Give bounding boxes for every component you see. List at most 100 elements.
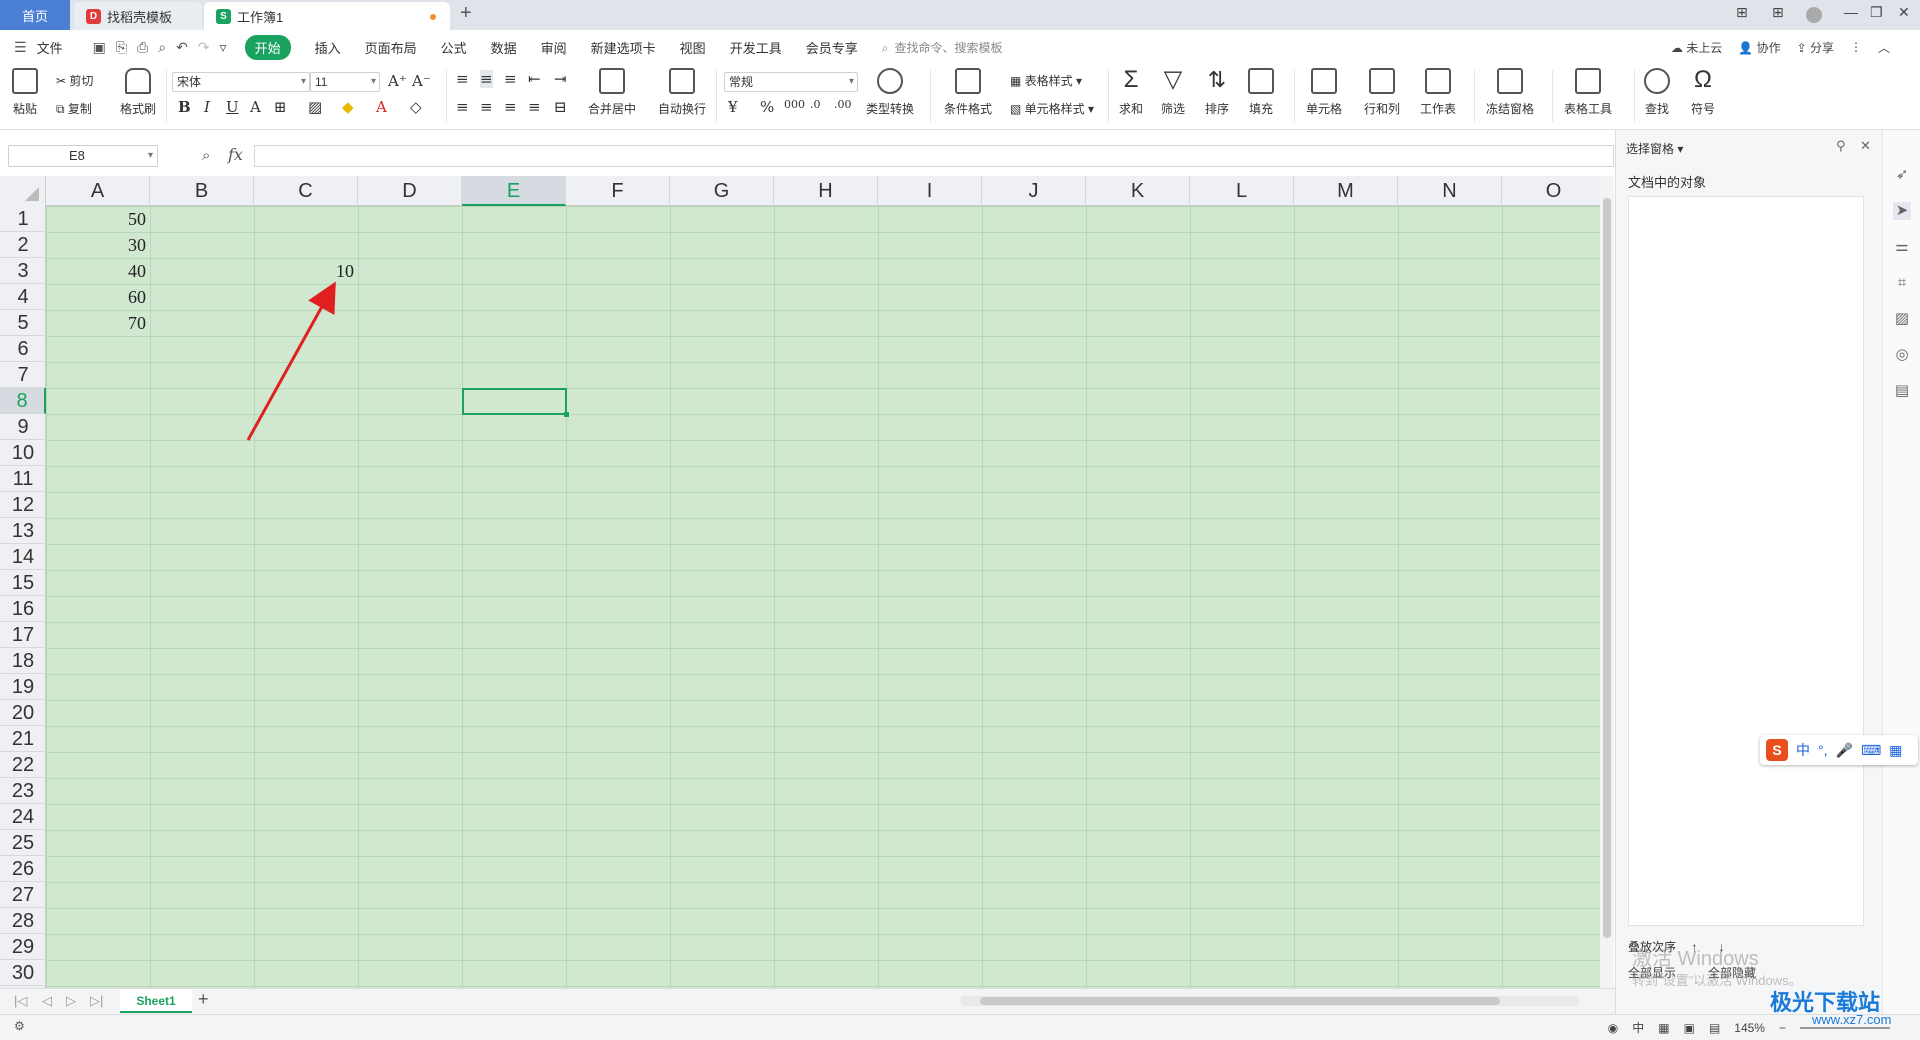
row-header-26[interactable]: 26 [0,856,46,882]
row-header-30[interactable]: 30 [0,960,46,986]
row-header-8[interactable]: 8 [0,388,46,414]
object-list[interactable] [1628,196,1864,926]
row-header-15[interactable]: 15 [0,570,46,596]
currency-icon[interactable]: ¥ [728,98,738,116]
book-icon[interactable]: ▤ [1893,382,1911,400]
bold-icon[interactable]: B [178,98,191,116]
shapes-icon[interactable]: ⌗ [1893,274,1911,292]
menu-page-layout[interactable]: 页面布局 [365,38,417,57]
row-header-16[interactable]: 16 [0,596,46,622]
italic-icon[interactable]: I [204,98,210,116]
menu-review[interactable]: 审阅 [541,38,567,57]
underline-icon[interactable]: U [226,98,239,116]
menu-member[interactable]: 会员专享 [806,38,858,57]
thousands-icon[interactable]: 000 [784,98,805,111]
percent-icon[interactable]: % [760,98,774,116]
strikethrough-icon[interactable]: A [250,98,261,116]
cell-c3[interactable]: 10 [254,258,358,284]
hamburger-icon[interactable]: ☰ [14,39,27,56]
cursor-select-icon[interactable]: ➤ [1893,202,1911,220]
collab-button[interactable]: 👤 协作 [1738,39,1780,56]
row-header-19[interactable]: 19 [0,674,46,700]
filter-button[interactable]: ▽ 筛选 [1160,68,1186,117]
page-break-view-icon[interactable]: ▤ [1709,1021,1720,1035]
menu-start[interactable]: 开始 [244,34,291,60]
column-header-m[interactable]: M [1294,176,1398,206]
tab-workbook[interactable]: S 工作簿1 [204,2,450,30]
avatar[interactable] [1806,7,1822,23]
row-header-25[interactable]: 25 [0,830,46,856]
copy-button[interactable]: ⧉ 复制 [56,100,92,117]
ime-menu-icon[interactable]: ▦ [1889,742,1902,759]
horizontal-scrollbar[interactable] [960,996,1580,1006]
close-pane-icon[interactable]: ✕ [1860,138,1871,154]
justify-icon[interactable]: ≡ [528,98,541,116]
formula-input[interactable] [254,145,1614,167]
rocket-icon[interactable]: ➶ [1893,166,1911,184]
row-header-11[interactable]: 11 [0,466,46,492]
vertical-scroll-thumb[interactable] [1603,198,1611,938]
table-tools-button[interactable]: 表格工具 [1564,68,1612,117]
cell-a1[interactable]: 50 [46,206,150,232]
row-header-10[interactable]: 10 [0,440,46,466]
column-header-h[interactable]: H [774,176,878,206]
row-col-button[interactable]: 行和列 [1364,68,1400,117]
zoom-out-icon[interactable]: − [1779,1021,1786,1035]
column-header-k[interactable]: K [1086,176,1190,206]
cell-a2[interactable]: 30 [46,232,150,258]
save-icon[interactable]: ▣ [93,39,106,56]
row-header-12[interactable]: 12 [0,492,46,518]
merge-center-button[interactable]: 合并居中 [588,68,636,117]
table-style-button[interactable]: ▦ 表格样式 ▾ [1010,72,1082,89]
last-sheet-icon[interactable]: ▷| [90,993,103,1009]
row-header-21[interactable]: 21 [0,726,46,752]
column-header-c[interactable]: C [254,176,358,206]
row-header-14[interactable]: 14 [0,544,46,570]
compass-icon[interactable]: ◎ [1893,346,1911,364]
decrease-decimal-icon[interactable]: .00 [834,98,852,111]
row-header-13[interactable]: 13 [0,518,46,544]
row-header-23[interactable]: 23 [0,778,46,804]
font-size-select[interactable]: 11 [310,72,380,92]
column-header-b[interactable]: B [150,176,254,206]
cell-area[interactable]: 50 30 40 60 70 10 [46,206,1600,988]
distribute-icon[interactable]: ⊟ [554,98,567,116]
column-header-g[interactable]: G [670,176,774,206]
menu-data[interactable]: 数据 [491,38,517,57]
page-layout-view-icon[interactable]: ▣ [1684,1021,1695,1035]
row-header-24[interactable]: 24 [0,804,46,830]
row-header-29[interactable]: 29 [0,934,46,960]
layout-icon[interactable]: ⊞ [1736,4,1748,21]
fill-color-icon[interactable]: ◆ [342,98,354,116]
row-header-28[interactable]: 28 [0,908,46,934]
row-header-17[interactable]: 17 [0,622,46,648]
menu-developer[interactable]: 开发工具 [730,38,782,57]
print-preview-icon[interactable]: ⌕ [158,39,166,56]
row-header-6[interactable]: 6 [0,336,46,362]
column-header-a[interactable]: A [46,176,150,206]
row-header-9[interactable]: 9 [0,414,46,440]
row-header-27[interactable]: 27 [0,882,46,908]
align-center-icon[interactable]: ≡ [480,98,493,116]
font-color-icon[interactable]: A [376,98,387,116]
row-header-3[interactable]: 3 [0,258,46,284]
punctuation-icon[interactable]: °, [1818,742,1828,758]
macro-icon[interactable]: ⚙ [14,1019,25,1033]
normal-view-icon[interactable]: ▦ [1658,1021,1669,1035]
clear-format-icon[interactable]: ◇ [410,98,422,116]
cut-button[interactable]: ✂ 剪切 [56,72,93,89]
border-icon[interactable]: ⊞ [274,98,287,116]
conditional-format-button[interactable]: 条件格式 [944,68,992,117]
column-header-j[interactable]: J [982,176,1086,206]
sheet-tab-sheet1[interactable]: Sheet1 [120,989,192,1013]
apps-grid-icon[interactable]: ⊞ [1772,4,1784,21]
pin-icon[interactable]: ⚲ [1836,138,1846,154]
row-header-20[interactable]: 20 [0,700,46,726]
export-pdf-icon[interactable]: ⎘ [116,39,127,56]
increase-decimal-icon[interactable]: .0 [810,98,821,111]
prev-sheet-icon[interactable]: ◁ [42,993,52,1009]
next-sheet-icon[interactable]: ▷ [66,993,76,1009]
pane-title[interactable]: 选择窗格 ▾ [1626,140,1683,157]
menu-new-tab[interactable]: 新建选项卡 [591,38,656,57]
cell-style-button[interactable]: ▧ 单元格样式 ▾ [1010,100,1094,117]
